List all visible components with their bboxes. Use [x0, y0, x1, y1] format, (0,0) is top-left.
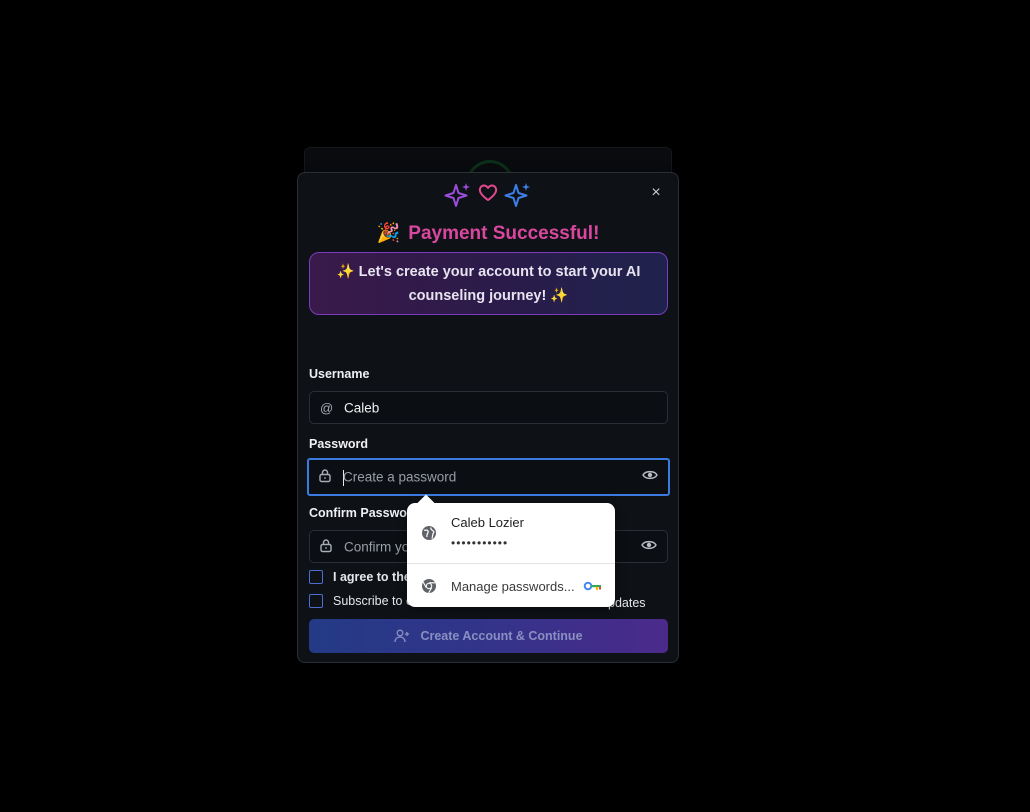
terms-checkbox[interactable] [309, 570, 323, 584]
sparkle-icon [504, 183, 530, 207]
title-text: Payment Successful! [408, 223, 600, 244]
add-user-icon [394, 629, 410, 643]
page-backdrop: × 🎉 Payment Successful! ✨ Let's create yo… [0, 0, 1030, 812]
banner-text: ✨ Let's create your account to start you… [336, 263, 641, 304]
subscribe-row: Subscribe to c [309, 594, 412, 608]
password-placeholder: Create a password [343, 469, 457, 485]
lock-icon [319, 469, 331, 486]
welcome-banner: ✨ Let's create your account to start you… [309, 252, 668, 315]
lock-icon [320, 538, 332, 555]
password-key-icon [583, 581, 601, 591]
chrome-icon [422, 579, 436, 594]
password-autofill-popup: Caleb Lozier ••••••••••• Manage password… [407, 494, 615, 607]
username-value: Caleb [344, 400, 380, 415]
password-field[interactable]: Create a password [307, 458, 670, 496]
manage-passwords-item[interactable]: Manage passwords... [407, 564, 615, 607]
username-label: Username [309, 367, 370, 381]
terms-row: I agree to the [309, 570, 411, 584]
at-icon: @ [320, 400, 334, 415]
create-account-button[interactable]: Create Account & Continue [309, 619, 668, 653]
confirm-password-label: Confirm Password [309, 506, 420, 520]
saved-credential-item[interactable]: Caleb Lozier ••••••••••• [407, 503, 615, 563]
heart-icon [478, 184, 498, 201]
globe-icon [422, 526, 436, 540]
terms-label: I agree to the [333, 570, 411, 584]
subscribe-label: Subscribe to c [333, 594, 413, 608]
create-account-label: Create Account & Continue [420, 629, 583, 643]
username-field[interactable]: @ Caleb [309, 391, 668, 424]
eye-icon[interactable] [642, 468, 658, 486]
subscribe-checkbox[interactable] [309, 594, 323, 608]
saved-username: Caleb Lozier [451, 515, 524, 530]
confirm-password-placeholder: Confirm yo [344, 539, 410, 554]
manage-passwords-label: Manage passwords... [451, 579, 575, 594]
party-popper-icon: 🎉 [376, 223, 401, 244]
saved-password-mask: ••••••••••• [451, 536, 509, 550]
sparkle-icon [444, 183, 470, 207]
page-title: 🎉 Payment Successful! [298, 221, 678, 245]
celebration-icons [298, 181, 678, 215]
eye-icon[interactable] [641, 538, 657, 556]
password-label: Password [309, 437, 369, 451]
